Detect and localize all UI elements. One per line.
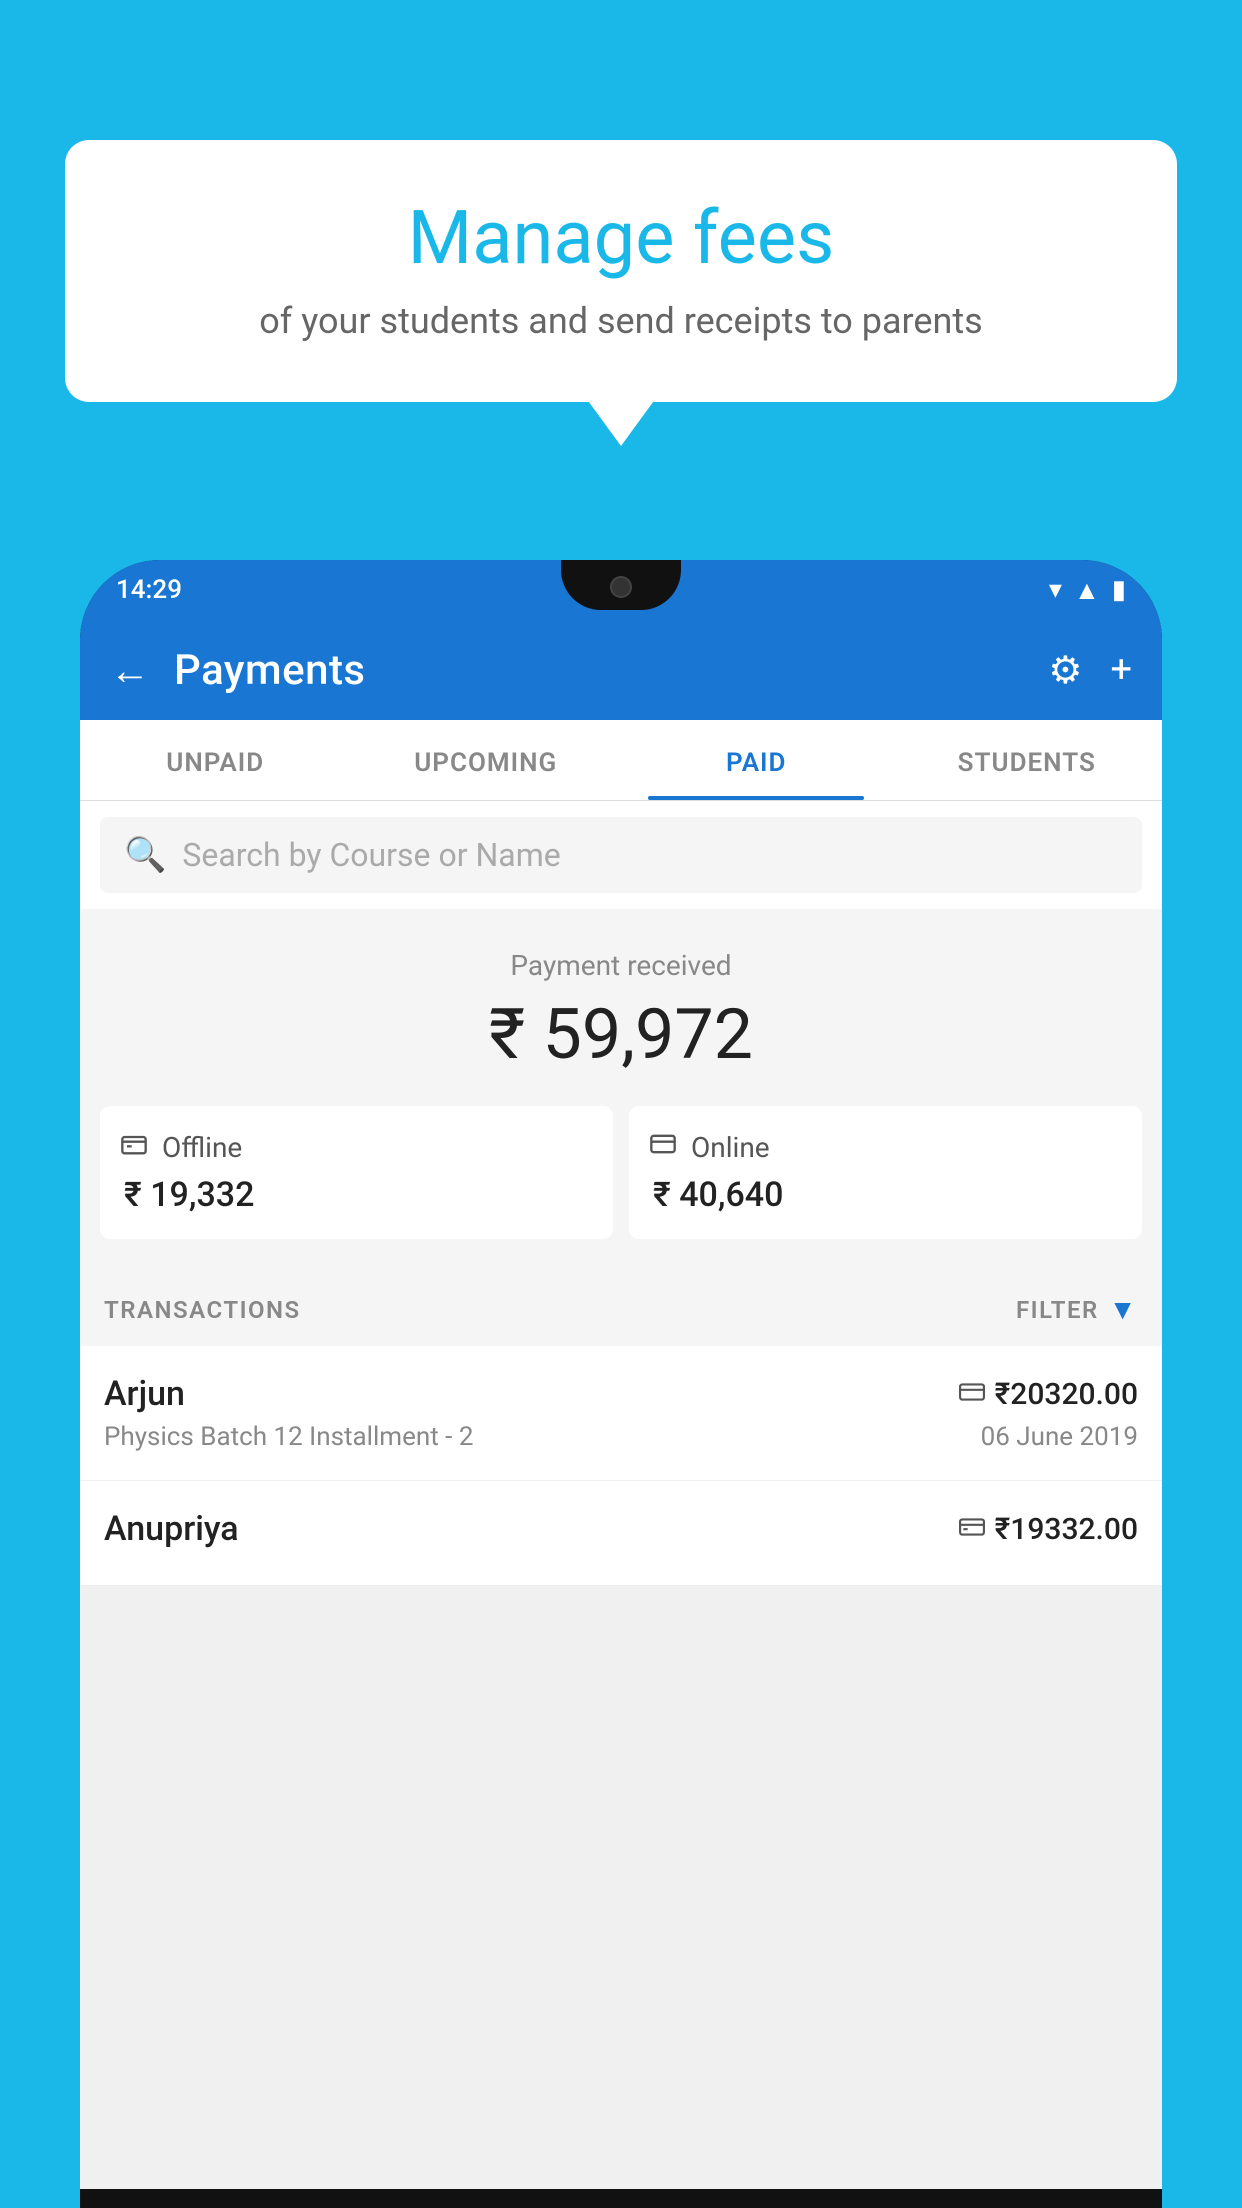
transaction-name: Arjun [104, 1374, 185, 1414]
offline-icon [120, 1130, 148, 1165]
filter-label: FILTER [1016, 1296, 1099, 1324]
payment-cards: Offline ₹ 19,332 Online [100, 1106, 1142, 1239]
offline-card: Offline ₹ 19,332 [100, 1106, 613, 1239]
transaction-date: 06 June 2019 [981, 1422, 1138, 1452]
signal-icon: ▲ [1074, 575, 1100, 606]
transaction-list: Arjun ₹20320.00 Physics Batch 12 Install… [80, 1346, 1162, 1586]
add-icon[interactable]: + [1110, 648, 1132, 692]
transactions-header: TRANSACTIONS FILTER ▼ [80, 1269, 1162, 1346]
transaction-name: Anupriya [104, 1509, 239, 1549]
online-amount: ₹ 40,640 [649, 1175, 1122, 1215]
filter-button[interactable]: FILTER ▼ [1016, 1293, 1138, 1326]
table-row[interactable]: Arjun ₹20320.00 Physics Batch 12 Install… [80, 1346, 1162, 1481]
phone-frame: 14:29 ▾ ▲ ▮ ← Payments ⚙ + UNPAID UPCOMI… [80, 560, 1162, 2208]
bubble-subtitle: of your students and send receipts to pa… [125, 300, 1117, 342]
online-type-row: Online [649, 1130, 1122, 1165]
bubble-title: Manage fees [125, 195, 1117, 282]
speech-bubble: Manage fees of your students and send re… [65, 140, 1177, 402]
payment-received-label: Payment received [100, 949, 1142, 982]
table-row[interactable]: Anupriya ₹19332.00 [80, 1481, 1162, 1586]
transaction-course: Physics Batch 12 Installment - 2 [104, 1422, 473, 1452]
payment-type-icon [959, 1379, 985, 1409]
settings-icon[interactable]: ⚙ [1048, 648, 1082, 693]
app-content: 🔍 Search by Course or Name Payment recei… [80, 801, 1162, 2189]
camera-dot [610, 576, 632, 598]
online-label: Online [691, 1131, 770, 1164]
transaction-amount: ₹20320.00 [995, 1377, 1138, 1412]
transaction-bottom: Physics Batch 12 Installment - 2 06 June… [104, 1422, 1138, 1452]
payment-amount: ₹ 59,972 [100, 994, 1142, 1076]
search-bar[interactable]: 🔍 Search by Course or Name [100, 817, 1142, 893]
transaction-top: Anupriya ₹19332.00 [104, 1509, 1138, 1549]
header-title: Payments [174, 646, 1048, 695]
back-button[interactable]: ← [110, 647, 150, 694]
filter-icon: ▼ [1109, 1293, 1138, 1326]
offline-label: Offline [162, 1131, 242, 1164]
transaction-top: Arjun ₹20320.00 [104, 1374, 1138, 1414]
search-input[interactable]: Search by Course or Name [182, 836, 560, 874]
header-icons: ⚙ + [1048, 648, 1132, 693]
phone-notch [561, 560, 681, 610]
tab-upcoming[interactable]: UPCOMING [351, 720, 622, 800]
wifi-icon: ▾ [1049, 575, 1062, 605]
online-icon [649, 1130, 677, 1165]
tabs-bar: UNPAID UPCOMING PAID STUDENTS [80, 720, 1162, 801]
online-card: Online ₹ 40,640 [629, 1106, 1142, 1239]
tab-students[interactable]: STUDENTS [892, 720, 1163, 800]
tab-paid[interactable]: PAID [621, 720, 892, 800]
offline-amount: ₹ 19,332 [120, 1175, 593, 1215]
transaction-amount: ₹19332.00 [995, 1512, 1138, 1547]
transaction-amount-row: ₹19332.00 [959, 1512, 1138, 1547]
search-container: 🔍 Search by Course or Name [80, 801, 1162, 909]
transactions-label: TRANSACTIONS [104, 1296, 301, 1324]
search-icon: 🔍 [124, 835, 166, 875]
speech-bubble-container: Manage fees of your students and send re… [65, 140, 1177, 402]
tab-unpaid[interactable]: UNPAID [80, 720, 351, 800]
app-header: ← Payments ⚙ + [80, 620, 1162, 720]
payment-type-icon [959, 1514, 985, 1544]
payment-summary: Payment received ₹ 59,972 [80, 909, 1162, 1269]
transaction-amount-row: ₹20320.00 [959, 1377, 1138, 1412]
offline-type-row: Offline [120, 1130, 593, 1165]
battery-icon: ▮ [1112, 575, 1126, 605]
status-icons: ▾ ▲ ▮ [1049, 575, 1126, 606]
